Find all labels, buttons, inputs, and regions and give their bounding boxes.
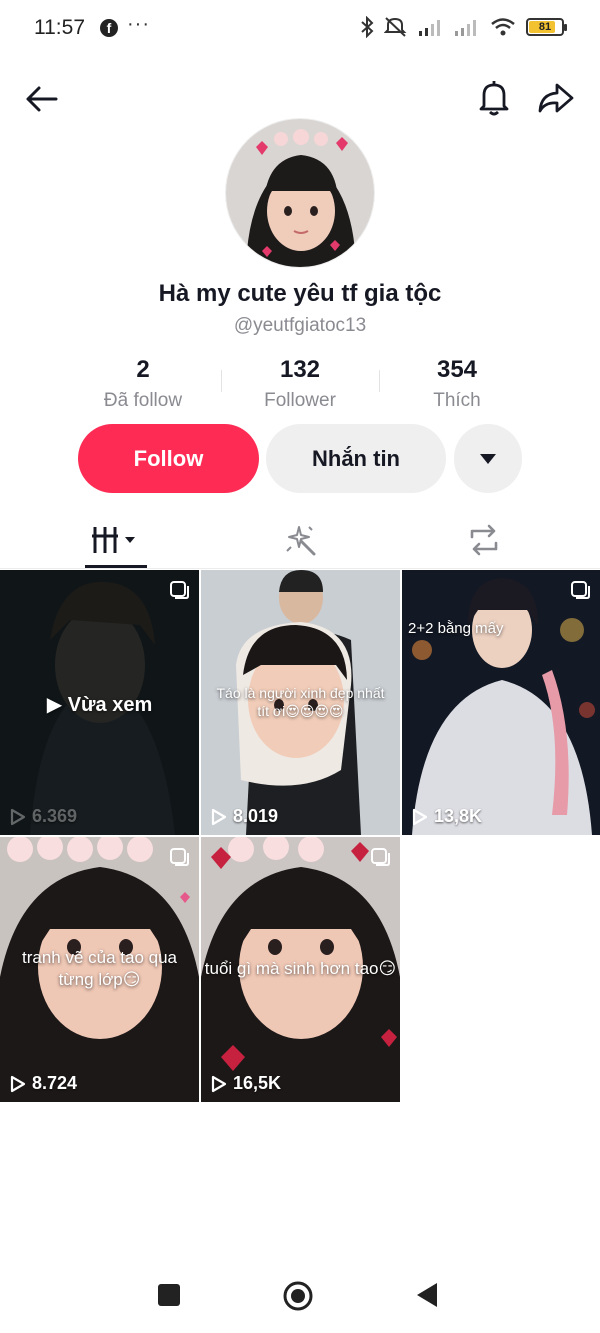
repost-icon — [470, 524, 498, 556]
status-more: ··· — [127, 13, 150, 35]
square-icon — [158, 1284, 180, 1306]
recently-watched-label: ▶ Vừa xem — [46, 694, 153, 716]
stat-label: Follower — [264, 390, 336, 411]
pinned-icon — [170, 581, 189, 599]
play-outline-icon — [211, 1075, 227, 1092]
stat-following[interactable]: 2 Đã follow — [63, 356, 223, 412]
recents-button[interactable] — [148, 1274, 190, 1316]
video-caption: Táo là người xinh đẹp nhất tít ơi😍😍😍😍 — [216, 685, 385, 719]
video-caption: tranh vẽ của tao qua từng lớp😏 — [21, 948, 177, 989]
pinned-icon — [371, 848, 390, 866]
stat-label: Thích — [433, 390, 481, 411]
home-button[interactable] — [276, 1274, 320, 1318]
more-options-button[interactable] — [454, 424, 522, 493]
bell-icon — [479, 81, 509, 116]
mute-icon — [384, 17, 407, 37]
home-circle-icon — [283, 1281, 313, 1311]
view-count: 16,5K — [211, 1073, 281, 1094]
play-outline-icon — [412, 808, 428, 825]
wifi-icon — [491, 18, 515, 36]
play-icon: ▶ — [46, 694, 63, 716]
back-arrow-icon — [26, 86, 58, 112]
status-bar: 11:57 f ··· 81 — [0, 0, 600, 58]
signal-icon — [455, 20, 476, 36]
video-tile[interactable]: 2+2 bằng mấy 13,8K — [402, 570, 600, 835]
pinned-icon — [571, 581, 590, 599]
status-time: 11:57 — [34, 16, 85, 39]
video-caption: tuổi gì mà sinh hơn tao😏 — [204, 959, 397, 978]
battery-level: 81 — [538, 21, 552, 33]
video-tile[interactable]: tranh vẽ của tao qua từng lớp😏 8.724 — [0, 837, 199, 1102]
divider — [0, 568, 600, 569]
stat-value: 2 — [136, 356, 150, 383]
stat-value: 354 — [436, 356, 478, 383]
system-back-button[interactable] — [406, 1274, 448, 1316]
tab-favorites[interactable] — [200, 512, 400, 568]
stat-followers[interactable]: 132 Follower — [220, 356, 380, 412]
battery-icon: 81 — [526, 18, 567, 36]
stat-likes[interactable]: 354 Thích — [377, 356, 537, 412]
notification-button[interactable] — [472, 76, 516, 120]
triangle-back-icon — [417, 1283, 437, 1307]
sparkle-wand-icon — [286, 526, 316, 556]
video-tile[interactable]: ▶ Vừa xem 6.369 — [0, 570, 199, 835]
pinned-icon — [170, 848, 189, 866]
tab-reposts[interactable] — [384, 512, 584, 568]
system-nav-bar — [0, 1260, 600, 1333]
view-count: 8.019 — [211, 806, 278, 827]
back-button[interactable] — [20, 78, 62, 120]
facebook-icon: f — [100, 19, 118, 37]
tab-videos[interactable] — [16, 512, 216, 568]
profile-name: Hà my cute yêu tf gia tộc — [158, 280, 442, 307]
play-outline-icon — [10, 808, 26, 825]
bluetooth-icon — [361, 16, 374, 38]
view-count: 13,8K — [412, 806, 482, 827]
caret-down-icon — [480, 453, 496, 464]
video-tile[interactable]: Táo là người xinh đẹp nhất tít ơi😍😍😍😍 8.… — [201, 570, 400, 835]
share-button[interactable] — [534, 76, 578, 120]
video-thumbnail — [402, 570, 600, 835]
stat-value: 132 — [279, 356, 321, 383]
follow-button[interactable]: Follow — [78, 424, 259, 493]
view-count: 6.369 — [10, 806, 77, 827]
play-outline-icon — [10, 1075, 26, 1092]
signal-icon — [419, 20, 440, 36]
profile-handle: @yeutfgiatoc13 — [233, 315, 367, 336]
video-tile[interactable]: tuổi gì mà sinh hơn tao😏 16,5K — [201, 837, 400, 1102]
share-icon — [538, 83, 574, 113]
video-caption: 2+2 bằng mấy — [408, 620, 504, 637]
view-count: 8.724 — [10, 1073, 77, 1094]
message-button[interactable]: Nhắn tin — [266, 424, 446, 493]
videos-grid-icon — [92, 527, 135, 553]
avatar[interactable] — [225, 118, 375, 268]
play-outline-icon — [211, 808, 227, 825]
stat-label: Đã follow — [103, 390, 183, 411]
avatar-image — [226, 119, 374, 267]
